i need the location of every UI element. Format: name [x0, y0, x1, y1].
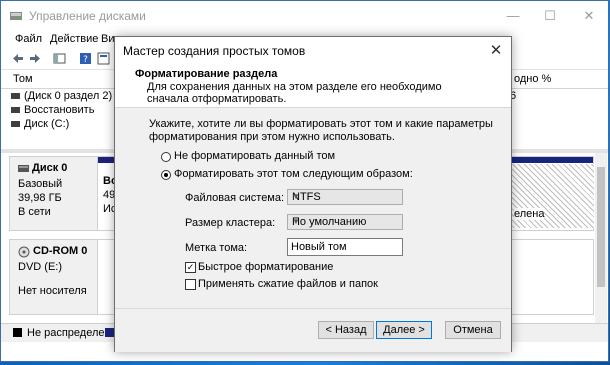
forward-arrow-icon[interactable]: [29, 52, 42, 65]
next-button[interactable]: Далее >: [376, 321, 432, 339]
no-format-label[interactable]: Не форматировать данный том: [174, 150, 335, 162]
dialog-titlebar: Мастер создания простых томов ✕: [115, 37, 511, 64]
volume-row[interactable]: Диск (C:): [11, 118, 69, 133]
file-system-label: Файловая система:: [185, 192, 285, 204]
menu-file[interactable]: Файл: [15, 33, 42, 45]
page-title: Форматирование раздела: [135, 68, 278, 80]
volume-icon: [11, 93, 20, 100]
cd-drive-icon: [18, 246, 30, 258]
wizard-footer: < Назад Далее > Отмена: [115, 308, 511, 352]
instructions-text: Укажите, хотите ли вы форматировать этот…: [149, 118, 493, 143]
volume-label-value: Новый том: [291, 241, 347, 253]
dialog-close-button[interactable]: ✕: [481, 37, 511, 64]
wizard-header: Форматирование раздела Для сохранения да…: [115, 64, 511, 108]
file-system-select[interactable]: NTFS ▼: [287, 189, 403, 205]
no-format-radio[interactable]: [161, 152, 171, 162]
wizard-body: Укажите, хотите ли вы форматировать этот…: [115, 108, 511, 308]
disk-type: DVD (E:): [18, 261, 62, 273]
cluster-size-label: Размер кластера:: [185, 217, 276, 229]
quick-format-checkbox[interactable]: ✓: [185, 262, 196, 273]
legend-unallocated: Не распределена: [27, 327, 117, 339]
disk-name: Диск 0: [32, 162, 68, 174]
cdrom-0-label[interactable]: CD-ROM 0 DVD (E:) Нет носителя: [9, 239, 99, 315]
quick-format-label[interactable]: Быстрое форматирование: [198, 261, 333, 273]
volume-row[interactable]: (Диск 0 раздел 2): [11, 90, 112, 105]
disk-size: 39,98 ГБ: [18, 192, 62, 204]
properties-icon[interactable]: [97, 52, 110, 65]
scrollbar-thumb[interactable]: [597, 167, 605, 287]
volume-name: (Диск 0 раздел 2): [24, 90, 113, 102]
volume-icon: [11, 121, 20, 128]
cluster-size-select[interactable]: По умолчанию ▼: [287, 214, 403, 230]
chevron-down-icon: ▼: [292, 192, 300, 201]
volume-name: Диск (C:): [24, 118, 70, 130]
partition-fragment-right: елена: [514, 208, 545, 220]
disk-status: Нет носителя: [18, 285, 87, 297]
hard-disk-icon: [18, 165, 29, 172]
volume-name: Восстановить: [24, 104, 95, 116]
help-icon[interactable]: ?: [79, 52, 92, 65]
menu-action[interactable]: Действие: [50, 33, 98, 45]
cancel-button[interactable]: Отмена: [445, 321, 501, 339]
compression-label[interactable]: Применять сжатие файлов и папок: [198, 278, 378, 290]
disk-type: Базовый: [18, 178, 63, 190]
new-simple-volume-wizard: Мастер создания простых томов ✕ Форматир…: [114, 36, 512, 352]
back-button[interactable]: < Назад: [318, 321, 374, 339]
compression-checkbox[interactable]: [185, 279, 196, 290]
volume-label-label: Метка тома:: [185, 242, 248, 254]
volume-row[interactable]: Восстановить: [11, 104, 94, 119]
volume-icon: [11, 107, 20, 114]
volume-label-input[interactable]: Новый том: [287, 238, 403, 256]
window-titlebar: Управление дисками — ☐ ✕: [1, 1, 608, 31]
unallocated-swatch: [13, 328, 22, 337]
column-free-percent[interactable]: одно %: [514, 73, 551, 85]
back-arrow-icon[interactable]: [11, 52, 24, 65]
maximize-button[interactable]: ☐: [536, 5, 564, 27]
unallocated-region[interactable]: [498, 164, 594, 228]
vertical-scrollbar[interactable]: [595, 153, 607, 323]
column-volume[interactable]: Том: [13, 73, 33, 85]
disk-management-app-icon: [10, 12, 22, 20]
minimize-button[interactable]: —: [499, 5, 527, 27]
format-radio[interactable]: [161, 170, 171, 180]
console-tree-icon[interactable]: [53, 52, 66, 65]
primary-partition-swatch: [105, 328, 114, 337]
format-label[interactable]: Форматировать этот том следующим образом…: [174, 168, 413, 180]
page-subtitle: Для сохранения данных на этом разделе ег…: [147, 81, 442, 105]
chevron-down-icon: ▼: [292, 217, 300, 226]
window-title: Управление дисками: [29, 9, 146, 23]
disk-status: В сети: [18, 206, 51, 218]
close-window-button[interactable]: ✕: [575, 5, 603, 27]
dialog-title: Мастер создания простых томов: [123, 44, 306, 58]
svg-text:?: ?: [83, 55, 88, 65]
disk-name: CD-ROM 0: [33, 245, 88, 257]
disk-0-label[interactable]: Диск 0 Базовый 39,98 ГБ В сети: [9, 156, 99, 231]
